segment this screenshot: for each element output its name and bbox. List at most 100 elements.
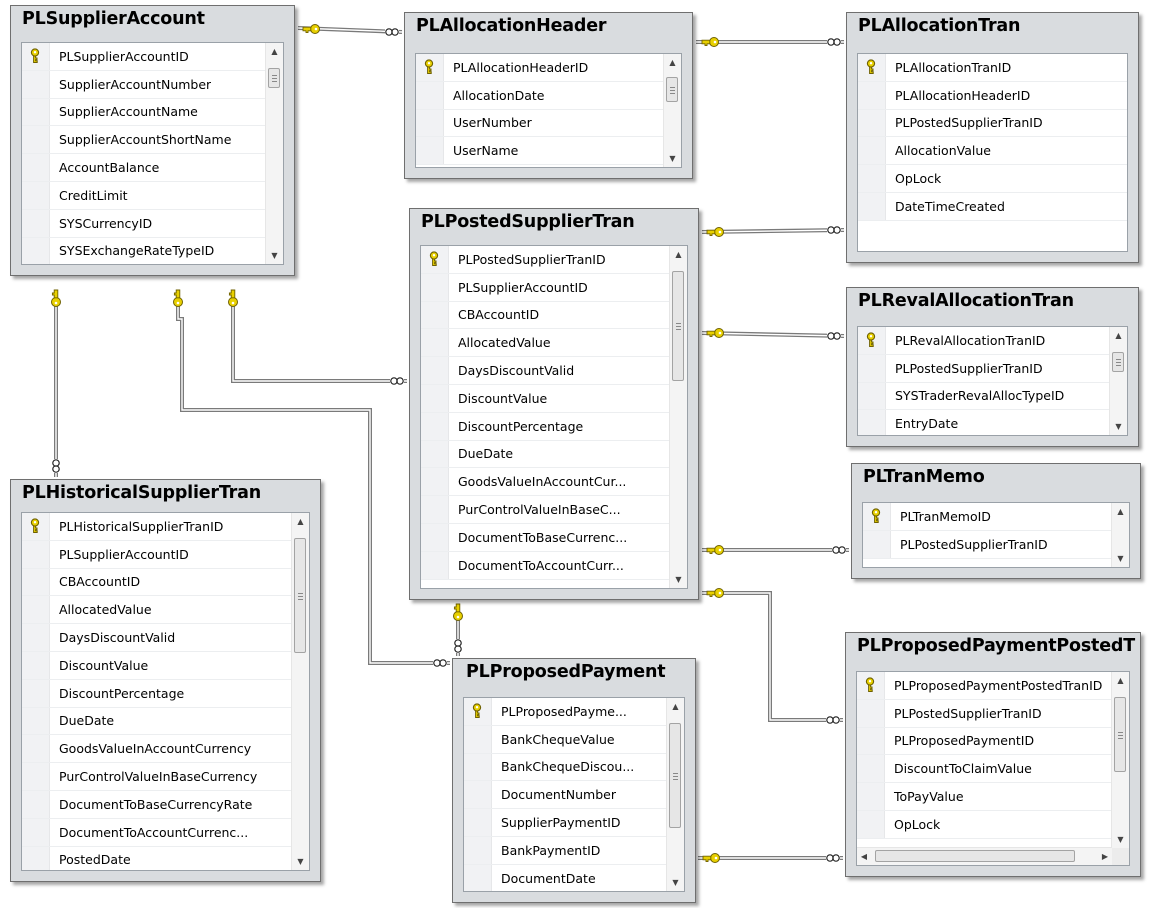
- relationship-line-6[interactable]: [702, 591, 843, 722]
- table-pl-allocation-tran[interactable]: PLAllocationTran PLAllocationTranID PLAll…: [846, 12, 1139, 263]
- column-row[interactable]: PLRevalAllocationTranID: [858, 327, 1110, 355]
- vertical-scrollbar[interactable]: ▲ ▼: [666, 698, 684, 891]
- scroll-up-arrow-icon[interactable]: ▲: [1112, 672, 1129, 689]
- scroll-down-arrow-icon[interactable]: ▼: [664, 150, 681, 167]
- column-row[interactable]: PLSupplierAccountID: [421, 273, 670, 302]
- table-pl-posted-supplier-tran[interactable]: PLPostedSupplierTran PLPostedSupplierTra…: [409, 208, 699, 600]
- table-pl-proposed-payment-posted[interactable]: PLProposedPaymentPostedT PLProposedPayme…: [845, 632, 1141, 877]
- scroll-thumb[interactable]: [1114, 697, 1126, 772]
- column-row[interactable]: BankChequeDiscou...: [464, 753, 667, 782]
- column-row[interactable]: DateTimeCreated: [858, 192, 1127, 221]
- scroll-thumb[interactable]: [875, 850, 1075, 862]
- column-row[interactable]: PostedDate: [22, 846, 292, 870]
- scroll-up-arrow-icon[interactable]: ▲: [292, 513, 309, 530]
- column-row[interactable]: AllocatedValue: [22, 596, 292, 625]
- scroll-down-arrow-icon[interactable]: ▼: [1112, 831, 1129, 848]
- table-pl-supplier-account[interactable]: PLSupplierAccount PLSupplierAccountID Sup…: [10, 5, 295, 276]
- table-pl-tran-memo[interactable]: PLTranMemo PLTranMemoID PLPostedSupplierT…: [851, 463, 1141, 579]
- column-row[interactable]: UserName: [416, 137, 664, 166]
- column-row[interactable]: GoodsValueInAccountCurrency: [22, 735, 292, 764]
- table-pl-proposed-payment[interactable]: PLProposedPayment PLProposedPayme... Bank…: [452, 658, 696, 903]
- column-row[interactable]: DocumentDate: [464, 864, 667, 891]
- column-row[interactable]: PLProposedPaymentPostedTranID: [857, 672, 1112, 700]
- column-row[interactable]: DocumentToBaseCurrenc...: [421, 523, 670, 552]
- column-row[interactable]: DiscountToClaimValue: [857, 755, 1112, 784]
- column-row[interactable]: DocumentToAccountCurrenc...: [22, 818, 292, 847]
- scroll-down-arrow-icon[interactable]: ▼: [1110, 418, 1127, 435]
- column-row[interactable]: CBAccountID: [421, 301, 670, 330]
- scroll-up-arrow-icon[interactable]: ▲: [266, 43, 283, 60]
- column-row[interactable]: DiscountPercentage: [22, 679, 292, 708]
- column-row[interactable]: DueDate: [22, 707, 292, 736]
- column-row[interactable]: AllocatedValue: [421, 329, 670, 358]
- scroll-up-arrow-icon[interactable]: ▲: [1110, 327, 1127, 344]
- column-row[interactable]: PurControlValueInBaseCurrency: [22, 763, 292, 791]
- column-row[interactable]: UserNumber: [416, 109, 664, 138]
- column-row[interactable]: PLPostedSupplierTranID: [858, 109, 1127, 138]
- column-row[interactable]: EntryDate: [858, 410, 1110, 435]
- scroll-up-arrow-icon[interactable]: ▲: [670, 246, 687, 263]
- column-row[interactable]: SupplierAccountShortName: [22, 126, 266, 155]
- table-pl-historical-supplier-tran[interactable]: PLHistoricalSupplierTran PLHistoricalSup…: [10, 479, 321, 882]
- column-row[interactable]: DiscountValue: [421, 384, 670, 413]
- column-row[interactable]: OpLock: [857, 810, 1112, 839]
- column-row[interactable]: CBAccountID: [22, 568, 292, 597]
- column-row[interactable]: SupplierAccountName: [22, 98, 266, 127]
- table-pl-reval-allocation-tran[interactable]: PLRevalAllocationTran PLRevalAllocationT…: [846, 287, 1139, 447]
- column-row[interactable]: DueDate: [421, 440, 670, 469]
- scroll-thumb[interactable]: [294, 538, 306, 653]
- scroll-thumb[interactable]: [268, 68, 280, 88]
- vertical-scrollbar[interactable]: ▲ ▼: [1111, 503, 1129, 567]
- vertical-scrollbar[interactable]: ▲ ▼: [291, 513, 309, 870]
- column-row[interactable]: DaysDiscountValid: [22, 624, 292, 652]
- scroll-down-arrow-icon[interactable]: ▼: [266, 247, 283, 264]
- column-row[interactable]: AllocationDate: [416, 81, 664, 110]
- column-row[interactable]: PLProposedPayme...: [464, 698, 667, 726]
- scroll-right-arrow-icon[interactable]: ▶: [1098, 848, 1112, 865]
- scroll-thumb[interactable]: [669, 723, 681, 828]
- column-row[interactable]: PLPostedSupplierTranID: [857, 699, 1112, 728]
- column-row[interactable]: AccountBalance: [22, 154, 266, 182]
- scroll-down-arrow-icon[interactable]: ▼: [667, 874, 684, 891]
- column-row[interactable]: OpLock: [858, 165, 1127, 193]
- column-row[interactable]: PLTranMemoID: [863, 503, 1112, 531]
- column-row[interactable]: DiscountPercentage: [421, 412, 670, 441]
- column-row[interactable]: GoodsValueInAccountCur...: [421, 468, 670, 497]
- scroll-thumb[interactable]: [1112, 352, 1124, 372]
- horizontal-scrollbar[interactable]: ◀ ▶: [857, 847, 1112, 865]
- column-row[interactable]: PLAllocationHeaderID: [858, 81, 1127, 110]
- table-pl-allocation-header[interactable]: PLAllocationHeader PLAllocationHeaderID A…: [404, 12, 693, 179]
- vertical-scrollbar[interactable]: ▲ ▼: [1111, 672, 1129, 848]
- column-row[interactable]: PLProposedPaymentID: [857, 727, 1112, 756]
- scroll-down-arrow-icon[interactable]: ▼: [670, 571, 687, 588]
- scroll-thumb[interactable]: [672, 271, 684, 381]
- column-row[interactable]: CreditLimit: [22, 181, 266, 210]
- column-row[interactable]: ToPayValue: [857, 783, 1112, 811]
- relationship-line-7[interactable]: [231, 292, 407, 383]
- scroll-up-arrow-icon[interactable]: ▲: [664, 54, 681, 71]
- column-row[interactable]: SupplierAccountNumber: [22, 70, 266, 99]
- column-row[interactable]: SYSCurrencyID: [22, 209, 266, 238]
- column-row[interactable]: PLSupplierAccountID: [22, 43, 266, 71]
- column-row[interactable]: AllocationValue: [858, 137, 1127, 166]
- column-row[interactable]: PLHistoricalSupplierTranID: [22, 513, 292, 541]
- scroll-down-arrow-icon[interactable]: ▼: [1112, 550, 1129, 567]
- column-row[interactable]: DaysDiscountValid: [421, 357, 670, 385]
- vertical-scrollbar[interactable]: ▲ ▼: [1109, 327, 1127, 435]
- vertical-scrollbar[interactable]: ▲ ▼: [663, 54, 681, 167]
- column-row[interactable]: DocumentNumber: [464, 781, 667, 810]
- scroll-down-arrow-icon[interactable]: ▼: [292, 853, 309, 870]
- column-row[interactable]: PLPostedSupplierTranID: [858, 354, 1110, 383]
- column-row[interactable]: PurControlValueInBaseC...: [421, 496, 670, 524]
- column-row[interactable]: PLAllocationTranID: [858, 54, 1127, 82]
- column-row[interactable]: PLSupplierAccountID: [22, 540, 292, 569]
- scroll-up-arrow-icon[interactable]: ▲: [667, 698, 684, 715]
- column-row[interactable]: SupplierPaymentID: [464, 809, 667, 837]
- column-row[interactable]: SYSExchangeRateTypeID: [22, 237, 266, 264]
- column-row[interactable]: DiscountValue: [22, 651, 292, 680]
- column-row[interactable]: DocumentToBaseCurrencyRate: [22, 790, 292, 819]
- column-row[interactable]: BankPaymentID: [464, 836, 667, 865]
- column-row[interactable]: PLPostedSupplierTranID: [863, 530, 1112, 559]
- column-row[interactable]: SYSTraderRevalAllocTypeID: [858, 382, 1110, 411]
- scroll-up-arrow-icon[interactable]: ▲: [1112, 503, 1129, 520]
